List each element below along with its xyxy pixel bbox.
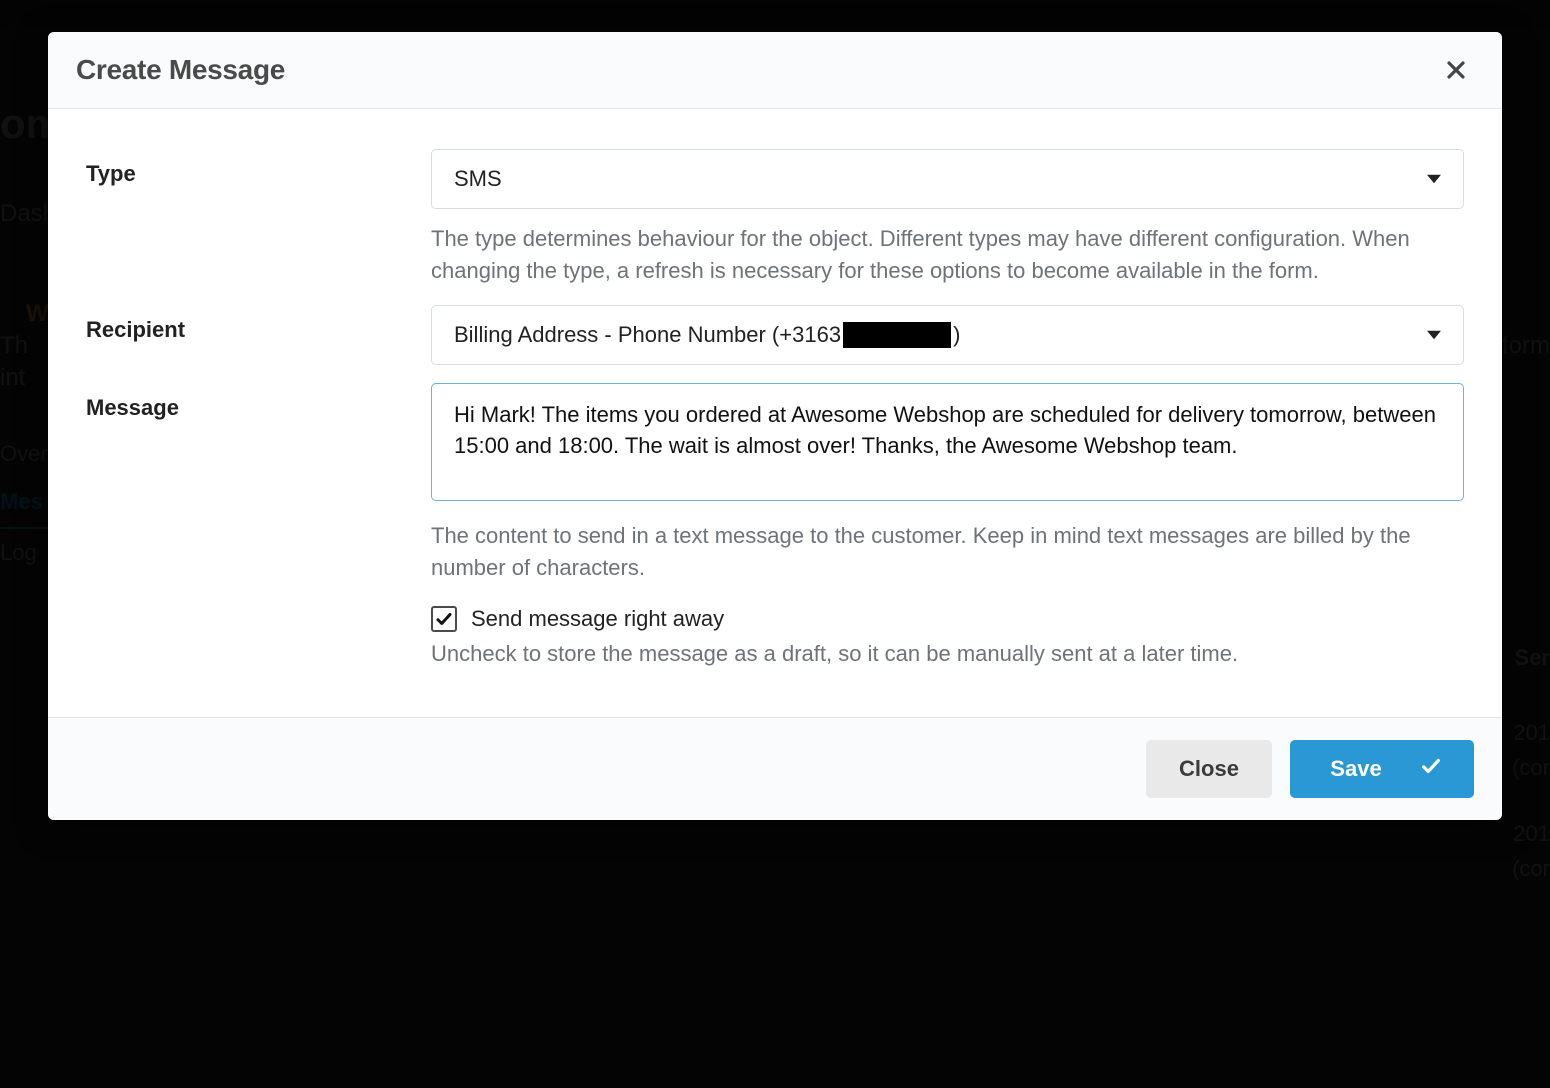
message-textarea[interactable] bbox=[431, 383, 1464, 501]
message-field: The content to send in a text message to… bbox=[431, 383, 1464, 670]
recipient-value-prefix: Billing Address - Phone Number (+3163 bbox=[454, 322, 841, 348]
close-button-label: Close bbox=[1179, 756, 1239, 782]
caret-down-icon bbox=[1427, 166, 1441, 192]
recipient-label: Recipient bbox=[86, 305, 431, 343]
type-label: Type bbox=[86, 149, 431, 187]
type-field: SMS The type determines behaviour for th… bbox=[431, 149, 1464, 287]
send-now-label: Send message right away bbox=[471, 606, 724, 632]
close-icon[interactable] bbox=[1438, 52, 1474, 88]
create-message-modal: Create Message Type SMS The type determi… bbox=[48, 32, 1502, 820]
send-now-row: Send message right away bbox=[431, 606, 1464, 632]
type-help: The type determines behaviour for the ob… bbox=[431, 223, 1464, 287]
save-button-label: Save bbox=[1330, 756, 1381, 782]
message-row: Message The content to send in a text me… bbox=[86, 383, 1464, 670]
message-help: The content to send in a text message to… bbox=[431, 520, 1464, 584]
recipient-row: Recipient Billing Address - Phone Number… bbox=[86, 305, 1464, 365]
recipient-select[interactable]: Billing Address - Phone Number (+3163) bbox=[431, 305, 1464, 365]
type-row: Type SMS The type determines behaviour f… bbox=[86, 149, 1464, 287]
modal-body: Type SMS The type determines behaviour f… bbox=[48, 109, 1502, 717]
check-icon bbox=[1420, 755, 1442, 783]
type-select[interactable]: SMS bbox=[431, 149, 1464, 209]
recipient-field: Billing Address - Phone Number (+3163) bbox=[431, 305, 1464, 365]
modal-title: Create Message bbox=[76, 54, 285, 86]
message-label: Message bbox=[86, 383, 431, 421]
caret-down-icon bbox=[1427, 322, 1441, 348]
save-button[interactable]: Save bbox=[1290, 740, 1474, 798]
redacted-phone bbox=[843, 322, 951, 348]
send-now-help: Uncheck to store the message as a draft,… bbox=[431, 638, 1464, 670]
close-button[interactable]: Close bbox=[1146, 740, 1272, 798]
modal-header: Create Message bbox=[48, 32, 1502, 109]
type-select-value: SMS bbox=[454, 166, 502, 192]
recipient-value-suffix: ) bbox=[953, 322, 960, 348]
modal-footer: Close Save bbox=[48, 717, 1502, 820]
send-now-checkbox[interactable] bbox=[431, 606, 457, 632]
